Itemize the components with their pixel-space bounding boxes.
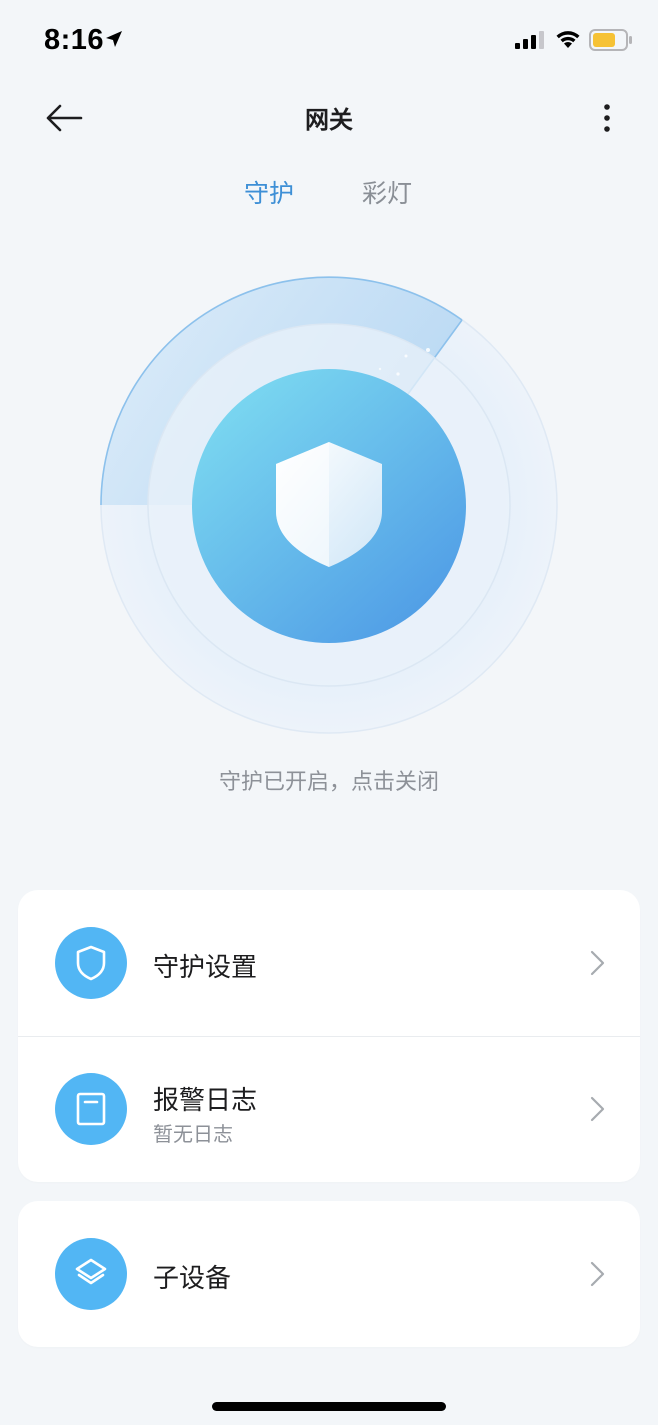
home-indicator[interactable] <box>212 1402 446 1411</box>
alarm-log-icon-bg <box>55 1073 127 1145</box>
tab-guard[interactable]: 守护 <box>244 174 294 210</box>
status-bar: 8:16 <box>0 0 658 80</box>
more-options-button[interactable] <box>588 96 626 140</box>
settings-card: 守护设置 报警日志 暂无日志 <box>18 890 640 1182</box>
chevron-right-icon <box>590 950 605 976</box>
location-arrow-icon <box>106 31 122 47</box>
navigation-bar: 网关 <box>0 88 658 146</box>
guard-settings-icon-bg <box>55 927 127 999</box>
cellular-signal-icon <box>515 31 544 49</box>
log-icon <box>76 1092 106 1126</box>
layers-icon <box>75 1258 107 1285</box>
guard-settings-row[interactable]: 守护设置 <box>18 890 640 1036</box>
guard-settings-label: 守护设置 <box>153 953 258 983</box>
sub-devices-label: 子设备 <box>153 1264 232 1294</box>
alarm-log-label: 报警日志 <box>153 1086 258 1116</box>
wifi-icon <box>556 31 580 48</box>
battery-icon <box>589 29 632 51</box>
sub-devices-row[interactable]: 子设备 <box>18 1201 640 1347</box>
chevron-right-icon <box>590 1261 605 1287</box>
sub-devices-card: 子设备 <box>18 1201 640 1347</box>
page-title: 网关 <box>305 106 353 134</box>
shield-icon <box>76 945 106 981</box>
guard-toggle-button[interactable] <box>98 274 560 736</box>
guard-status-text[interactable]: 守护已开启，点击关闭 <box>0 764 658 796</box>
tab-bar: 守护 彩灯 <box>0 174 658 218</box>
alarm-log-subtitle: 暂无日志 <box>153 1122 233 1146</box>
sub-devices-icon-bg <box>55 1238 127 1310</box>
more-vertical-icon <box>604 104 610 132</box>
tab-color-light[interactable]: 彩灯 <box>362 174 412 210</box>
alarm-log-row[interactable]: 报警日志 暂无日志 <box>18 1036 640 1182</box>
status-time: 8:16 <box>44 24 105 56</box>
chevron-right-icon <box>590 1096 605 1122</box>
